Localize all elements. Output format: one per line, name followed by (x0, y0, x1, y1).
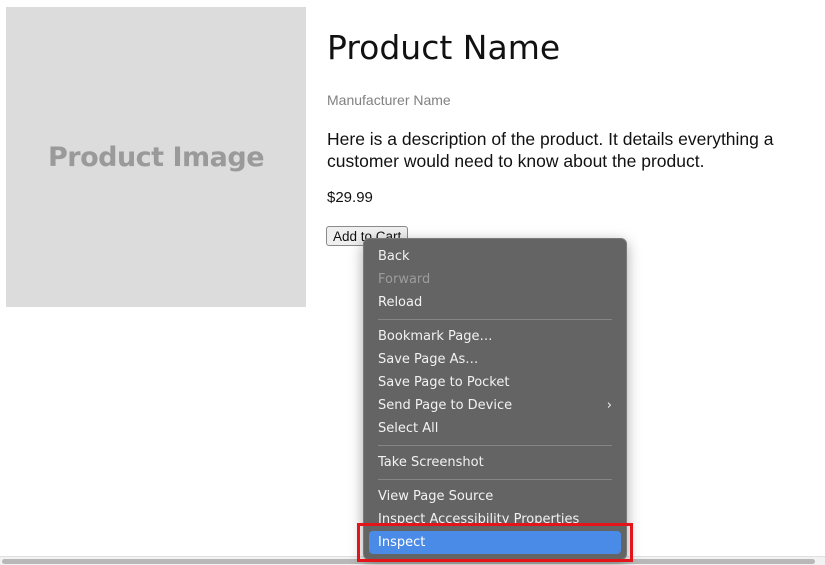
chevron-right-icon: › (606, 398, 612, 413)
menu-item-view-page-source[interactable]: View Page Source (364, 485, 626, 508)
menu-item-reload[interactable]: Reload (364, 291, 626, 314)
annotation-highlight-box (357, 523, 633, 562)
menu-item-label: Send Page to Device (378, 398, 513, 413)
menu-separator (378, 319, 612, 320)
product-image: Product Image (6, 7, 306, 307)
menu-item-send-page-to-device[interactable]: Send Page to Device › (364, 394, 626, 417)
product-description: Here is a description of the product. It… (327, 129, 774, 171)
menu-item-save-to-pocket[interactable]: Save Page to Pocket (364, 371, 626, 394)
context-menu: Back Forward Reload Bookmark Page… Save … (363, 238, 627, 560)
manufacturer-name: Manufacturer Name (327, 92, 451, 108)
menu-item-back[interactable]: Back (364, 245, 626, 268)
menu-separator (378, 479, 612, 480)
menu-item-select-all[interactable]: Select All (364, 417, 626, 440)
menu-item-forward: Forward (378, 272, 431, 287)
menu-separator (378, 445, 612, 446)
menu-item-save-page-as[interactable]: Save Page As… (364, 348, 626, 371)
menu-item-take-screenshot[interactable]: Take Screenshot (364, 451, 626, 474)
menu-item-bookmark-page[interactable]: Bookmark Page… (364, 325, 626, 348)
product-title: Product Name (327, 28, 561, 67)
product-price: $29.99 (327, 189, 373, 206)
product-image-label: Product Image (47, 141, 265, 173)
